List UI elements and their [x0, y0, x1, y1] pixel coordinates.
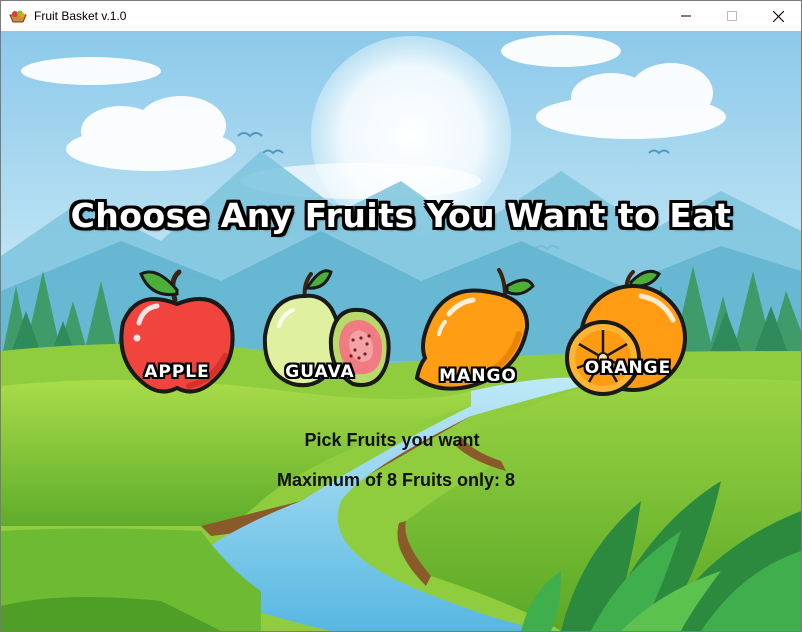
- maximize-button[interactable]: [709, 1, 755, 31]
- title-bar[interactable]: Fruit Basket v.1.0: [1, 1, 801, 31]
- headline: Choose Any Fruits You Want to Eat: [70, 196, 732, 235]
- fruit-basket-icon: [9, 10, 27, 23]
- window-title: Fruit Basket v.1.0: [34, 9, 127, 23]
- fruit-label-guava: GUAVA: [285, 362, 355, 382]
- fruit-guava-button[interactable]: GUAVA: [261, 266, 391, 396]
- close-button[interactable]: [755, 1, 801, 31]
- close-icon: [772, 10, 784, 22]
- pick-fruits-text: Pick Fruits you want: [304, 430, 480, 450]
- max-fruits-text: Maximum of 8 Fruits only: 8: [276, 470, 516, 490]
- app-window: Fruit Basket v.1.0 Choose Any Fruits You…: [0, 0, 802, 632]
- minimize-icon: [681, 15, 691, 17]
- fruit-apple-button[interactable]: APPLE: [117, 268, 237, 398]
- fruit-label-mango: MANGO: [439, 366, 517, 386]
- maximize-icon: [727, 11, 737, 21]
- fruit-label-apple: APPLE: [144, 362, 210, 382]
- fruit-label-orange: ORANGE: [584, 358, 672, 378]
- fruit-orange-button[interactable]: ORANGE: [563, 266, 693, 396]
- minimize-button[interactable]: [663, 1, 709, 31]
- game-scene: Choose Any Fruits You Want to Eat APPLE: [1, 31, 801, 631]
- fruit-mango-button[interactable]: MANGO: [409, 268, 539, 398]
